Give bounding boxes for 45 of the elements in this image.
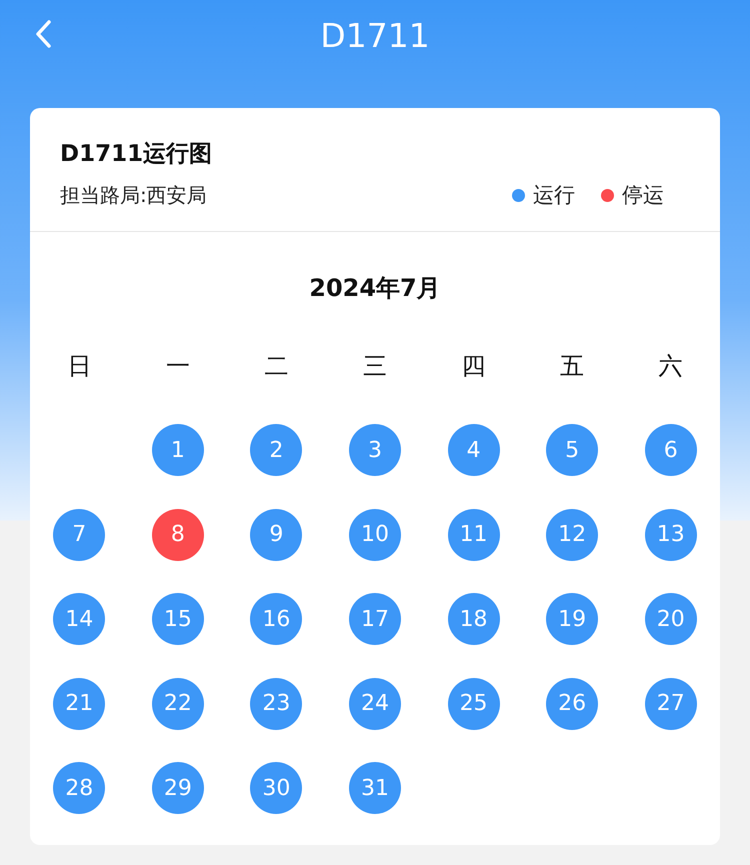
weekday-label: 二 xyxy=(263,351,290,382)
weekday-label: 五 xyxy=(559,351,586,382)
calendar-day[interactable]: 27 xyxy=(644,678,697,730)
calendar-day[interactable]: 6 xyxy=(644,424,697,476)
calendar-day[interactable]: 9 xyxy=(250,508,302,561)
calendar-day[interactable]: 25 xyxy=(448,678,500,730)
calendar-day[interactable]: 2 xyxy=(250,424,302,476)
railway-bureau-label: 担当路局:西安局 xyxy=(60,182,207,208)
calendar-day[interactable]: 30 xyxy=(250,762,302,814)
calendar-day[interactable]: 8 xyxy=(152,508,204,561)
calendar-day[interactable]: 10 xyxy=(348,508,401,561)
calendar-day[interactable]: 31 xyxy=(348,762,401,814)
weekday-label: 日 xyxy=(66,351,92,382)
calendar-day[interactable]: 7 xyxy=(53,508,106,561)
calendar-day[interactable]: 18 xyxy=(448,593,500,646)
calendar-day[interactable]: 21 xyxy=(53,678,106,730)
calendar-day[interactable]: 4 xyxy=(448,424,500,476)
calendar-day[interactable]: 14 xyxy=(53,593,106,646)
calendar-day[interactable]: 13 xyxy=(644,508,697,561)
calendar-day[interactable]: 11 xyxy=(448,508,500,561)
calendar-day[interactable]: 24 xyxy=(348,678,401,730)
calendar-day[interactable]: 26 xyxy=(546,678,598,730)
legend-label: 运行 xyxy=(533,182,575,209)
calendar-day[interactable]: 19 xyxy=(546,593,598,646)
back-icon xyxy=(34,19,52,49)
legend-label: 停运 xyxy=(622,182,664,209)
weekday-label: 四 xyxy=(460,351,487,382)
calendar-day[interactable]: 15 xyxy=(152,593,204,646)
calendar-day[interactable]: 12 xyxy=(546,508,598,561)
calendar-day[interactable]: 1 xyxy=(152,424,204,476)
calendar-day[interactable]: 16 xyxy=(250,593,302,646)
calendar-day[interactable]: 17 xyxy=(348,593,401,646)
weekday-label: 三 xyxy=(362,351,388,382)
calendar-day[interactable]: 20 xyxy=(644,593,697,646)
calendar-day[interactable]: 5 xyxy=(546,424,598,476)
month-title: 2024年7月 xyxy=(308,273,442,304)
calendar-day[interactable]: 23 xyxy=(250,678,302,730)
calendar-day[interactable]: 22 xyxy=(152,678,204,730)
weekday-label: 六 xyxy=(658,351,684,382)
calendar-day[interactable]: 28 xyxy=(53,762,106,814)
weekday-label: 一 xyxy=(164,351,191,382)
page-title: D1711 xyxy=(320,16,430,54)
calendar-day[interactable]: 3 xyxy=(348,424,401,476)
card-title: D1711运行图 xyxy=(60,140,214,169)
calendar-day[interactable]: 29 xyxy=(152,762,204,814)
